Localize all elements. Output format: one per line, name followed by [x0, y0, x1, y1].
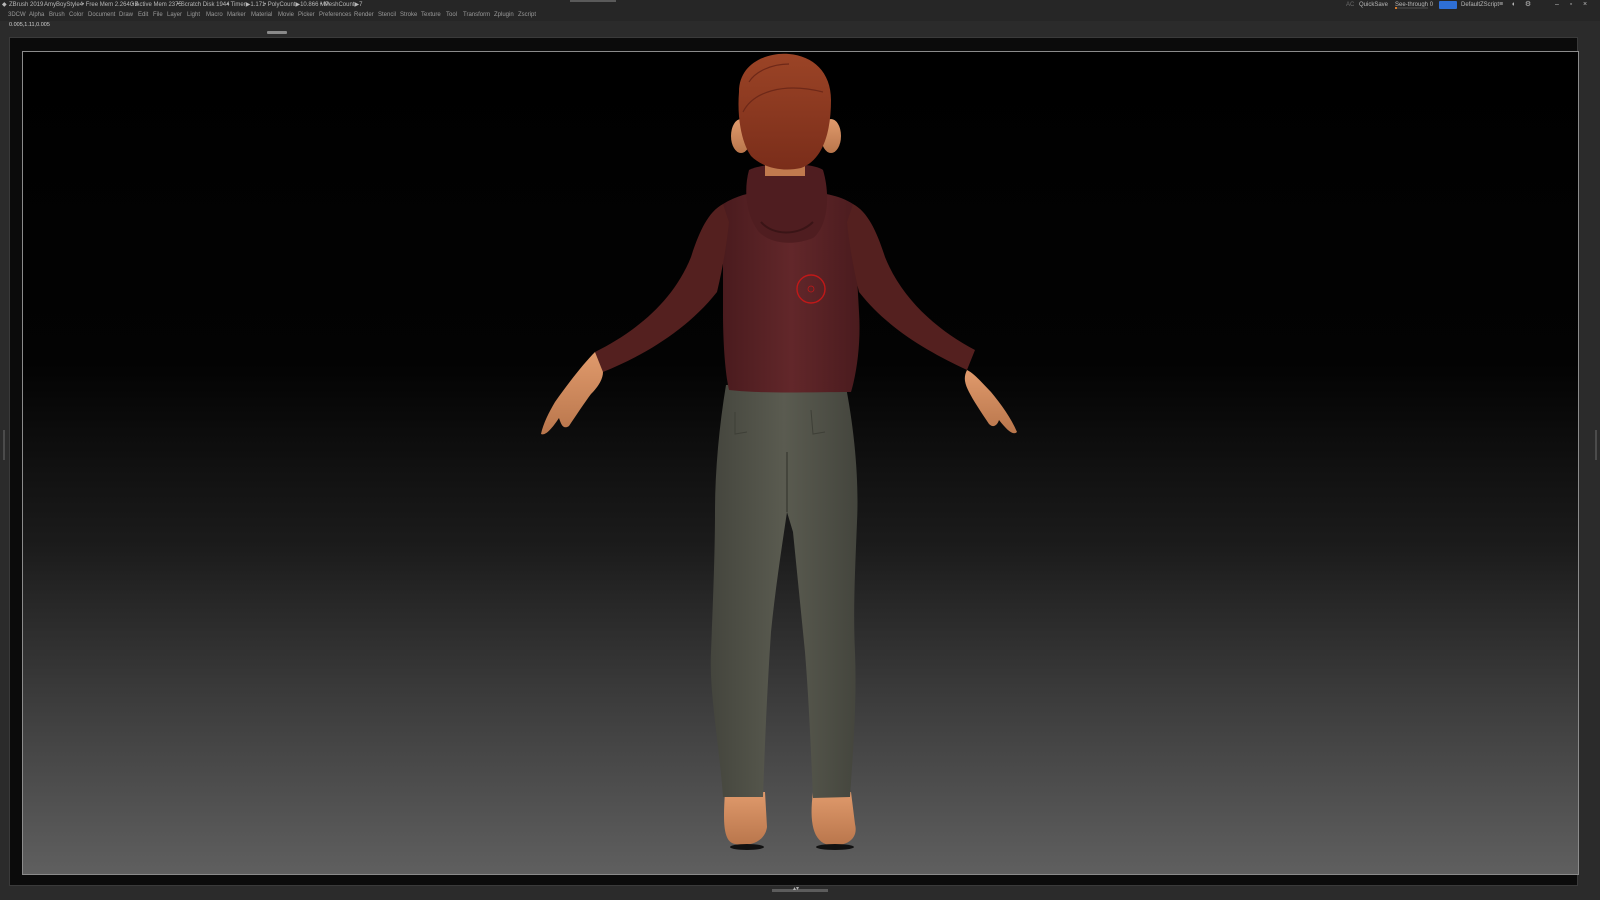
menu-draw[interactable]: Draw	[119, 10, 133, 21]
menu-stroke[interactable]: Stroke	[400, 10, 417, 21]
menu-picker[interactable]: Picker	[298, 10, 315, 21]
document-canvas[interactable]	[22, 51, 1579, 875]
menu-render[interactable]: Render	[354, 10, 374, 21]
menu-light[interactable]: Light	[187, 10, 200, 21]
menu-color[interactable]: Color	[69, 10, 83, 21]
menu-alpha[interactable]: Alpha	[29, 10, 44, 21]
menu-macro[interactable]: Macro	[206, 10, 223, 21]
right-tray-handle[interactable]	[1595, 430, 1597, 460]
meshcount: • MeshCount▶7	[320, 2, 363, 8]
default-zscript-button[interactable]: DefaultZScript	[1461, 0, 1499, 10]
active-mem: • Active Mem 2375	[132, 2, 182, 8]
title-bar: ◆ ZBrush 2019 AmyBoyStyle4 • Free Mem 2.…	[0, 0, 1600, 10]
timer: • Timer▶1.171	[227, 2, 266, 8]
left-tray-handle[interactable]	[3, 430, 5, 460]
bottom-tray-handle[interactable]	[772, 889, 828, 892]
see-through-fill	[1395, 7, 1397, 9]
character-model	[541, 53, 1017, 850]
document-name: AmyBoyStyle4	[44, 2, 84, 8]
menu-document[interactable]: Document	[88, 10, 115, 21]
coordinates-readout: 0.005,1.11,0.005	[9, 22, 50, 28]
menu-edit[interactable]: Edit	[138, 10, 148, 21]
menu-texture[interactable]: Texture	[421, 10, 441, 21]
menu-material[interactable]: Material	[251, 10, 272, 21]
settings-icon[interactable]: ⚙	[1524, 1, 1532, 9]
menu-3dcw[interactable]: 3DCW	[8, 10, 26, 21]
hoodie	[595, 164, 975, 393]
bottom-tray-toggle-icon[interactable]: ▴▾	[793, 885, 799, 893]
menu-icon[interactable]: ≡	[1497, 1, 1505, 9]
head	[731, 53, 841, 176]
app-title: ZBrush 2019	[9, 2, 44, 8]
feet	[724, 792, 856, 850]
close-icon[interactable]: ×	[1581, 1, 1589, 9]
app-logo-icon: ◆	[2, 2, 7, 8]
pants	[710, 382, 858, 798]
minimize-icon[interactable]: –	[1553, 1, 1561, 9]
scratch-disk: • Scratch Disk 1944	[177, 2, 230, 8]
menu-preferences[interactable]: Preferences	[319, 10, 351, 21]
quicksave-button[interactable]: QuickSave	[1359, 0, 1388, 10]
see-through-track[interactable]	[1395, 7, 1428, 9]
menu-transform[interactable]: Transform	[463, 10, 490, 21]
menu-stencil[interactable]: Stencil	[378, 10, 396, 21]
menu-marker[interactable]: Marker	[227, 10, 246, 21]
top-shelf-handle[interactable]	[267, 31, 287, 34]
menu-file[interactable]: File	[153, 10, 163, 21]
menu-tool[interactable]: Tool	[446, 10, 457, 21]
menu-zscript[interactable]: Zscript	[518, 10, 536, 21]
title-drag-indicator	[570, 0, 616, 2]
menu-bar: 3DCW Alpha Brush Color Document Draw Edi…	[0, 10, 1600, 21]
menus-toggle-button[interactable]	[1439, 1, 1457, 9]
palette-icon[interactable]: ◐	[1510, 1, 1518, 9]
ac-button[interactable]: AC	[1346, 0, 1354, 10]
menu-movie[interactable]: Movie	[278, 10, 294, 21]
restore-icon[interactable]: ▫	[1567, 1, 1575, 9]
free-mem: • Free Mem 2.264GB	[82, 2, 139, 8]
menu-layer[interactable]: Layer	[167, 10, 182, 21]
menu-brush[interactable]: Brush	[49, 10, 65, 21]
menu-zplugin[interactable]: Zplugin	[494, 10, 514, 21]
